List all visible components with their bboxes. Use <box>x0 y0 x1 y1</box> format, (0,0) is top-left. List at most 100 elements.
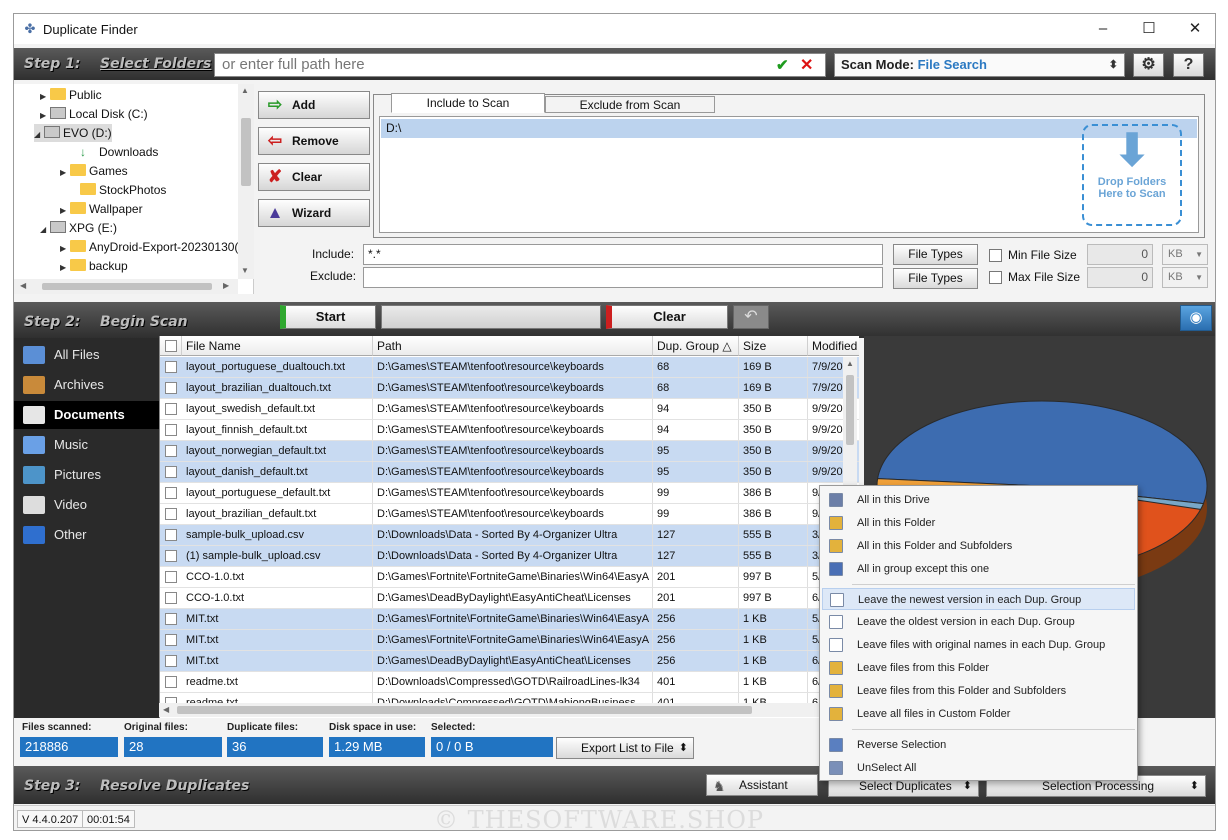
row-checkbox[interactable] <box>165 613 177 625</box>
maximize-button[interactable]: ☐ <box>1126 14 1172 44</box>
table-row[interactable]: layout_portuguese_default.txt D:\Games\ST… <box>160 483 859 504</box>
min-size-unit-select[interactable]: KB ▼ <box>1162 244 1208 265</box>
table-row[interactable]: layout_norwegian_default.txt D:\Games\STE… <box>160 441 859 462</box>
tree-item[interactable]: StockPhotos <box>70 181 166 199</box>
clear-results-button[interactable]: Clear <box>606 305 728 329</box>
table-row[interactable]: readme.txt D:\Downloads\Compressed\GOTD\R… <box>160 672 859 693</box>
expand-arrow-icon[interactable]: ▶ <box>40 88 50 106</box>
tree-horizontal-scrollbar[interactable]: ◀ ▶ <box>14 279 238 294</box>
row-checkbox[interactable] <box>165 508 177 520</box>
column-header[interactable]: Modified <box>808 336 859 356</box>
help-button[interactable]: ? <box>1173 53 1204 77</box>
select-all-header[interactable] <box>160 336 182 356</box>
minimize-button[interactable]: – <box>1080 14 1126 44</box>
clear-path-icon[interactable]: ✕ <box>800 55 813 75</box>
scroll-thumb[interactable] <box>42 283 212 290</box>
menu-item[interactable]: Leave files from this Folder <box>822 657 1135 679</box>
column-header[interactable]: File Name <box>182 336 373 356</box>
menu-item[interactable]: Leave the oldest version in each Dup. Gr… <box>822 611 1135 633</box>
row-checkbox[interactable] <box>165 487 177 499</box>
max-size-checkbox[interactable] <box>989 271 1002 284</box>
export-list-button[interactable]: Export List to File ⬍ <box>556 737 694 759</box>
scroll-thumb[interactable] <box>241 118 251 186</box>
duplicates-table[interactable]: File Name Path Dup. Group △ Size Modified lay… <box>159 336 859 718</box>
expand-arrow-icon[interactable]: ▶ <box>40 107 50 125</box>
category-archives[interactable]: Archives <box>14 371 159 399</box>
expand-arrow-icon[interactable]: ▶ <box>60 240 70 258</box>
category-music[interactable]: Music <box>14 431 159 459</box>
row-checkbox[interactable] <box>165 676 177 688</box>
row-checkbox[interactable] <box>165 361 177 373</box>
menu-item[interactable]: Reverse Selection <box>822 734 1135 756</box>
remove-button[interactable]: ⇦ Remove <box>258 127 370 155</box>
scroll-up-icon[interactable]: ▲ <box>241 86 249 95</box>
table-row[interactable]: MIT.txt D:\Games\Fortnite\FortniteGame\Bi… <box>160 630 859 651</box>
tree-item[interactable]: ▶ backup <box>60 257 128 275</box>
start-button[interactable]: Start <box>280 305 376 329</box>
clear-list-button[interactable]: ✘ Clear <box>258 163 370 191</box>
undo-button[interactable]: ↶ <box>733 305 769 329</box>
table-row[interactable]: CCO-1.0.txt D:\Games\Fortnite\FortniteGam… <box>160 567 859 588</box>
table-row[interactable]: sample-bulk_upload.csv D:\Downloads\Data … <box>160 525 859 546</box>
select-all-checkbox[interactable] <box>165 340 177 352</box>
table-row[interactable]: MIT.txt D:\Games\Fortnite\FortniteGame\Bi… <box>160 609 859 630</box>
include-folder-list[interactable]: D:\ ⬇ Drop Folders Here to Scan <box>379 116 1199 233</box>
row-checkbox[interactable] <box>165 634 177 646</box>
settings-button[interactable]: ⚙ <box>1133 53 1164 77</box>
table-row[interactable]: MIT.txt D:\Games\DeadByDaylight\EasyAntiC… <box>160 651 859 672</box>
scan-mode-select[interactable]: Scan Mode: File Search ⬍ <box>834 53 1125 77</box>
expand-arrow-icon[interactable]: ▶ <box>60 202 70 220</box>
tree-item[interactable]: ◢ XPG (E:) <box>40 219 117 237</box>
column-header[interactable]: Size <box>739 336 808 356</box>
menu-item[interactable]: UnSelect All <box>822 757 1135 779</box>
table-row[interactable]: layout_portuguese_dualtouch.txt D:\Games\… <box>160 357 859 378</box>
min-size-input[interactable]: 0 <box>1087 244 1153 265</box>
row-checkbox[interactable] <box>165 466 177 478</box>
tree-item[interactable]: ▶ AnyDroid-Export-20230130(1) <box>60 238 249 256</box>
tree-item[interactable]: ◢ EVO (D:) <box>34 124 112 142</box>
scroll-thumb[interactable] <box>177 706 752 714</box>
table-horizontal-scrollbar[interactable]: ◀ <box>159 703 857 717</box>
tree-item[interactable]: ▶ Games <box>60 162 128 180</box>
column-header[interactable]: Dup. Group △ <box>653 336 739 356</box>
scroll-thumb[interactable] <box>846 375 854 445</box>
category-all-files[interactable]: All Files <box>14 341 159 369</box>
row-checkbox[interactable] <box>165 445 177 457</box>
scroll-left-icon[interactable]: ◀ <box>20 281 26 290</box>
category-pictures[interactable]: Pictures <box>14 461 159 489</box>
menu-item[interactable]: Leave files from this Folder and Subfold… <box>822 680 1135 702</box>
table-row[interactable]: (1) sample-bulk_upload.csv D:\Downloads\D… <box>160 546 859 567</box>
tree-item[interactable]: ▶ Public <box>40 86 102 104</box>
preview-toggle-button[interactable]: ◉ <box>1180 305 1212 331</box>
scroll-up-icon[interactable]: ▲ <box>846 359 854 368</box>
menu-item[interactable]: All in this Folder and Subfolders <box>822 535 1135 557</box>
close-button[interactable]: ✕ <box>1172 14 1215 44</box>
table-row[interactable]: layout_swedish_default.txt D:\Games\STEAM… <box>160 399 859 420</box>
table-row[interactable]: layout_brazilian_dualtouch.txt D:\Games\S… <box>160 378 859 399</box>
table-row[interactable]: layout_finnish_default.txt D:\Games\STEAM… <box>160 420 859 441</box>
category-video[interactable]: Video <box>14 491 159 519</box>
tab-include-to-scan[interactable]: Include to Scan <box>391 93 545 113</box>
table-row[interactable]: layout_danish_default.txt D:\Games\STEAM\… <box>160 462 859 483</box>
tree-vertical-scrollbar[interactable]: ▲ ▼ <box>238 84 254 279</box>
tree-item[interactable]: ▶ Local Disk (C:) <box>40 105 148 123</box>
add-button[interactable]: ⇨ Add <box>258 91 370 119</box>
row-checkbox[interactable] <box>165 403 177 415</box>
category-other[interactable]: Other <box>14 521 159 549</box>
expand-arrow-icon[interactable]: ▶ <box>60 164 70 182</box>
menu-item[interactable]: All in this Drive <box>822 489 1135 511</box>
include-file-types-button[interactable]: File Types <box>893 244 978 265</box>
row-checkbox[interactable] <box>165 424 177 436</box>
menu-item[interactable]: Leave the newest version in each Dup. Gr… <box>822 588 1135 610</box>
tab-exclude-from-scan[interactable]: Exclude from Scan <box>545 96 715 113</box>
expand-arrow-icon[interactable]: ◢ <box>34 126 44 144</box>
tree-item[interactable]: ▶ Wallpaper <box>60 200 143 218</box>
row-checkbox[interactable] <box>165 382 177 394</box>
assistant-button[interactable]: ♞ Assistant <box>706 774 818 796</box>
menu-item[interactable]: All in group except this one <box>822 558 1135 580</box>
menu-item[interactable]: Leave files with original names in each … <box>822 634 1135 656</box>
column-header[interactable]: Path <box>373 336 653 356</box>
table-row[interactable]: layout_brazilian_default.txt D:\Games\STE… <box>160 504 859 525</box>
row-checkbox[interactable] <box>165 655 177 667</box>
max-size-input[interactable]: 0 <box>1087 267 1153 288</box>
